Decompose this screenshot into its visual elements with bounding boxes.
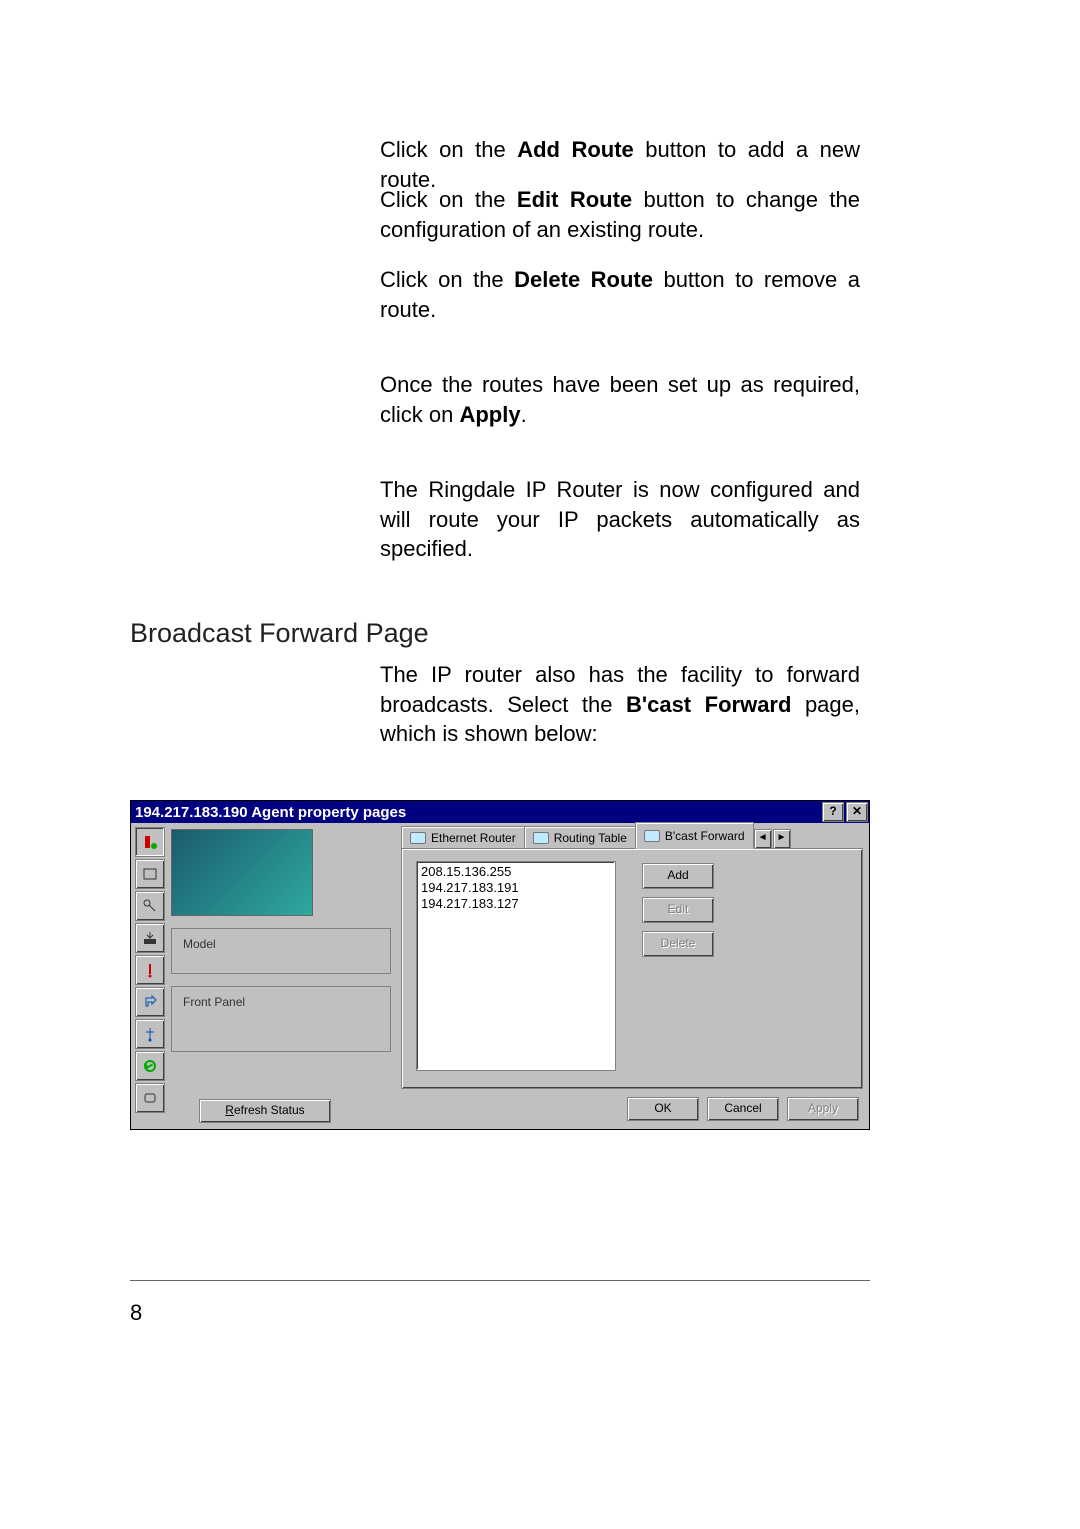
sidebar-icon-1[interactable] [135,827,165,857]
paragraph-bcast-intro: The IP router also has the facility to f… [380,660,860,749]
device-panel: Model Front Panel [171,829,391,1129]
tab-icon [410,832,426,844]
front-panel-legend: Front Panel [180,995,248,1009]
tab-bcast-forward[interactable]: B'cast Forward [635,822,754,849]
tab-routing-table[interactable]: Routing Table [524,826,636,849]
broadcast-list[interactable]: 208.15.136.255 194.217.183.191 194.217.1… [416,861,616,1071]
text: Click on the [380,187,517,212]
ok-button[interactable]: OK [627,1097,699,1121]
tab-label: B'cast Forward [665,829,745,843]
tab-ethernet-router[interactable]: Ethernet Router [401,826,525,849]
section-heading: Broadcast Forward Page [130,618,429,649]
edit-button[interactable]: Edit [642,897,714,923]
sidebar-icon-5[interactable] [135,955,165,985]
text: Click on the [380,267,514,292]
refresh-underline: R [225,1103,234,1117]
sidebar-icon-6[interactable] [135,987,165,1017]
sidebar-icon-8[interactable] [135,1051,165,1081]
add-button[interactable]: Add [642,863,714,889]
paragraph-delete-route: Click on the Delete Route button to remo… [380,265,860,324]
tab-label: Ethernet Router [431,831,516,845]
bold-edit-route: Edit Route [517,187,632,212]
tab-icon [644,830,660,842]
paragraph-configured: The Ringdale IP Router is now configured… [380,475,860,564]
model-legend: Model [180,937,219,951]
refresh-status-button[interactable]: Refresh Status [199,1099,331,1123]
apply-button[interactable]: Apply [787,1097,859,1121]
titlebar[interactable]: 194.217.183.190 Agent property pages ? ✕ [131,801,869,823]
list-item[interactable]: 194.217.183.191 [421,880,611,896]
sidebar [135,827,165,1125]
sidebar-icon-2[interactable] [135,859,165,889]
cancel-button[interactable]: Cancel [707,1097,779,1121]
tab-scroll-right[interactable]: ► [773,829,791,849]
paragraph-edit-route: Click on the Edit Route button to change… [380,185,860,244]
tab-strip: Ethernet Router Routing Table B'cast For… [401,827,863,849]
bold-add-route: Add Route [517,137,634,162]
device-image [171,829,313,916]
text: Click on the [380,137,517,162]
sidebar-icon-7[interactable] [135,1019,165,1049]
bold-bcast-forward: B'cast Forward [626,692,791,717]
sidebar-icon-4[interactable] [135,923,165,953]
bold-delete-route: Delete Route [514,267,653,292]
front-panel-fieldset: Front Panel [171,986,391,1052]
text: Once the routes have been set up as requ… [380,372,860,427]
refresh-label-rest: efresh Status [234,1103,305,1117]
bcast-forward-page: 208.15.136.255 194.217.183.191 194.217.1… [401,848,863,1089]
paragraph-apply: Once the routes have been set up as requ… [380,370,860,429]
list-item[interactable]: 208.15.136.255 [421,864,611,880]
list-item[interactable]: 194.217.183.127 [421,896,611,912]
sidebar-icon-9[interactable] [135,1083,165,1113]
footer-rule [130,1280,870,1281]
agent-property-dialog: 194.217.183.190 Agent property pages ? ✕ [130,800,870,1130]
help-button[interactable]: ? [822,802,844,822]
text: . [521,402,527,427]
model-fieldset: Model [171,928,391,974]
tab-label: Routing Table [554,831,627,845]
window-title: 194.217.183.190 Agent property pages [135,804,406,821]
tab-icon [533,832,549,844]
dialog-bottom-buttons: OK Cancel Apply [627,1097,859,1121]
tab-scroll-left[interactable]: ◄ [754,829,772,849]
page-number: 8 [130,1300,142,1326]
close-button[interactable]: ✕ [846,802,868,822]
sidebar-icon-3[interactable] [135,891,165,921]
bold-apply: Apply [459,402,520,427]
delete-button[interactable]: Delete [642,931,714,957]
